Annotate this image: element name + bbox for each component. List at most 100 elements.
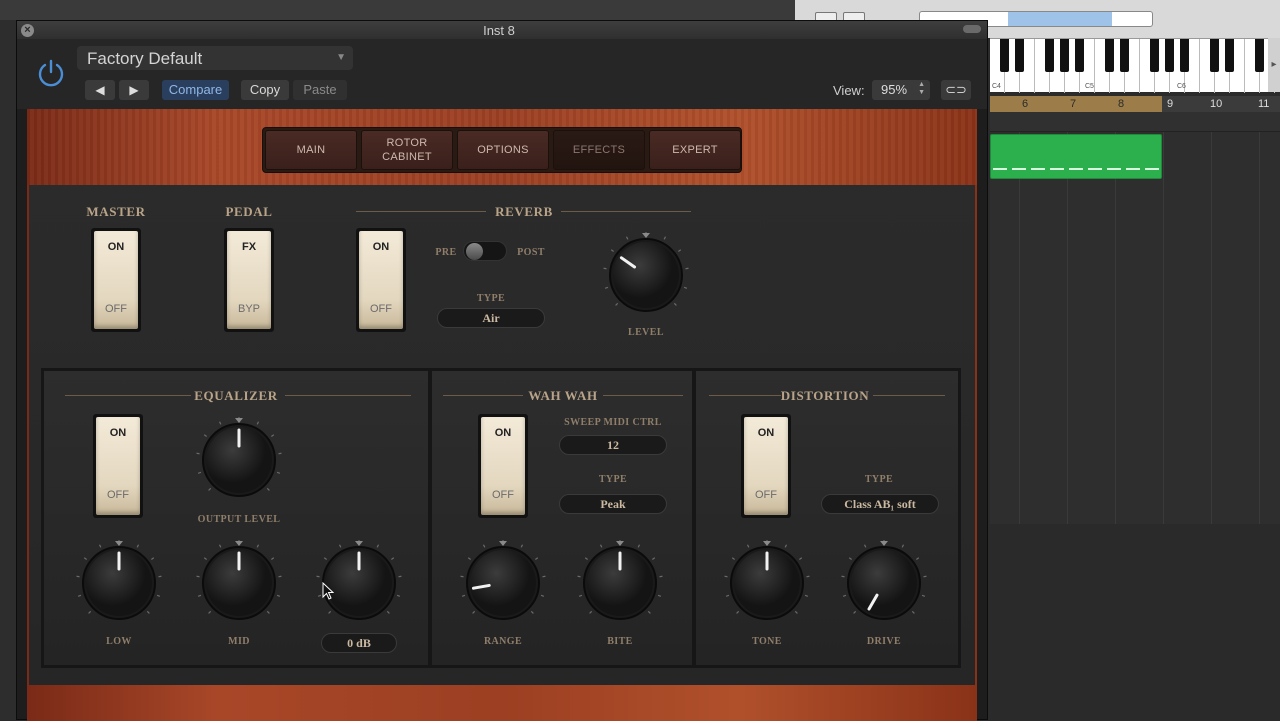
midi-note [1069,168,1083,170]
grid-line [1259,132,1260,524]
tab-effects[interactable]: EFFECTS [553,130,645,170]
view-label: View: [833,83,865,98]
pedal-byp-label: BYP [227,303,271,315]
midi-note [1012,168,1026,170]
reverb-pre-label: PRE [431,247,461,258]
empty-track-area [990,524,1280,720]
eq-rule-left [65,395,191,396]
tab-options[interactable]: OPTIONS [457,130,549,170]
link-icon[interactable]: ⊂⊃ [941,80,971,100]
tab-expert[interactable]: EXPERT [649,130,741,170]
cursor-icon [322,582,334,600]
tab-rotor-cabinet[interactable]: ROTORCABINET [361,130,453,170]
reverb-pre-post-toggle[interactable] [463,241,507,261]
piano-keyboard[interactable]: C4C5C6 [990,38,1268,92]
prev-icon[interactable]: ◀ [85,80,115,100]
black-key[interactable] [1060,39,1069,72]
midi-region[interactable] [990,134,1162,179]
distortion-switch[interactable]: ON OFF [741,414,791,518]
grid-line [1115,132,1116,524]
equalizer-switch[interactable]: ON OFF [93,414,143,518]
dist-off-label: OFF [744,489,788,501]
reverb-switch[interactable]: ONOFF [356,228,406,332]
copy-button[interactable]: Copy [241,80,289,100]
wah-type-select[interactable]: Peak [559,494,667,514]
power-icon[interactable] [35,57,67,89]
black-key[interactable] [1075,39,1084,72]
compare-button[interactable]: Compare [162,80,229,100]
wahwah-switch[interactable]: ON OFF [478,414,528,518]
eq-on-label: ON [96,427,140,439]
bar-ruler[interactable]: 67891011 [990,96,1280,112]
master-switch[interactable]: ONOFF [91,228,141,332]
keyboard-visible-range [1008,12,1112,26]
tracks-area[interactable] [990,132,1280,524]
black-key[interactable] [1120,39,1129,72]
wah-on-label: ON [481,427,525,439]
wah-bite-label: BITE [590,636,650,647]
dist-type-label: TYPE [849,474,909,485]
black-key[interactable] [1210,39,1219,72]
black-key[interactable] [1150,39,1159,72]
preset-menu[interactable]: Factory Default ▼ [77,46,353,70]
eq-mid-label: MID [209,636,269,647]
reverb-type-select[interactable]: Air [437,308,545,328]
resize-icon[interactable] [963,25,981,33]
grid-line [1163,132,1164,524]
eq-rule-right [285,395,411,396]
keyboard-scroll-arrow-icon[interactable]: ▸ [1268,38,1280,92]
title-bar[interactable]: × Inst 8 [17,21,987,39]
key-label: C4 [992,83,1001,90]
wah-bite-knob[interactable] [574,537,666,629]
wood-frame: MAINROTORCABINETOPTIONSEFFECTSEXPERT MAS… [27,109,977,721]
black-key[interactable] [1225,39,1234,72]
bar-number: 9 [1167,98,1173,110]
wahwah-label: WAH WAH [523,388,603,404]
reverb-label: REVERB [489,204,559,220]
paste-button[interactable]: Paste [293,80,347,100]
black-key[interactable] [1165,39,1174,72]
next-icon[interactable]: ▶ [119,80,149,100]
black-key[interactable] [1000,39,1009,72]
midi-note [1145,168,1159,170]
tab-main[interactable]: MAIN [265,130,357,170]
key-label: C6 [1177,83,1186,90]
preset-name: Factory Default [87,49,202,69]
midi-note [993,168,1007,170]
eq-low-knob[interactable] [73,537,165,629]
marker-ruler [990,112,1280,132]
black-key[interactable] [1045,39,1054,72]
output-level-knob[interactable] [193,414,285,506]
black-key[interactable] [1015,39,1024,72]
dist-drive-label: DRIVE [854,636,914,647]
reverb-rule-right [561,211,691,212]
bar-number: 10 [1210,98,1222,110]
wah-rule-right [603,395,683,396]
bar-number: 6 [1022,98,1028,110]
plugin-window: × Inst 8 Factory Default ▼ ◀ ▶ Compare C… [16,20,988,720]
wah-off-label: OFF [481,489,525,501]
tab-bar: MAINROTORCABINETOPTIONSEFFECTSEXPERT [262,127,742,173]
view-zoom-select[interactable]: 95% ▲▼ [872,80,930,100]
dist-drive-knob[interactable] [838,537,930,629]
eq-mid-knob[interactable] [193,537,285,629]
pedal-switch[interactable]: FX BYP [224,228,274,332]
equalizer-label: EQUALIZER [189,388,283,404]
dist-on-label: ON [744,427,788,439]
effects-panel: MASTER ONOFF PEDAL FXBYP REVERB ONOFF PR… [29,185,975,685]
black-key[interactable] [1180,39,1189,72]
bar-number: 11 [1258,98,1269,110]
sweep-midi-ctrl-value[interactable]: 12 [559,435,667,455]
master-off-label: OFF [94,303,138,315]
eq-off-label: OFF [96,489,140,501]
eq-gain-value: 0 dB [321,633,397,653]
reverb-level-label: LEVEL [616,327,676,338]
black-key[interactable] [1255,39,1264,72]
wah-range-knob[interactable] [457,537,549,629]
dist-tone-knob[interactable] [721,537,813,629]
toggle-knob [466,243,483,260]
reverb-level-knob[interactable] [600,229,692,321]
dist-type-select[interactable]: Class AB₁ soft [821,494,939,514]
black-key[interactable] [1105,39,1114,72]
pedal-fx-label: FX [227,241,271,253]
